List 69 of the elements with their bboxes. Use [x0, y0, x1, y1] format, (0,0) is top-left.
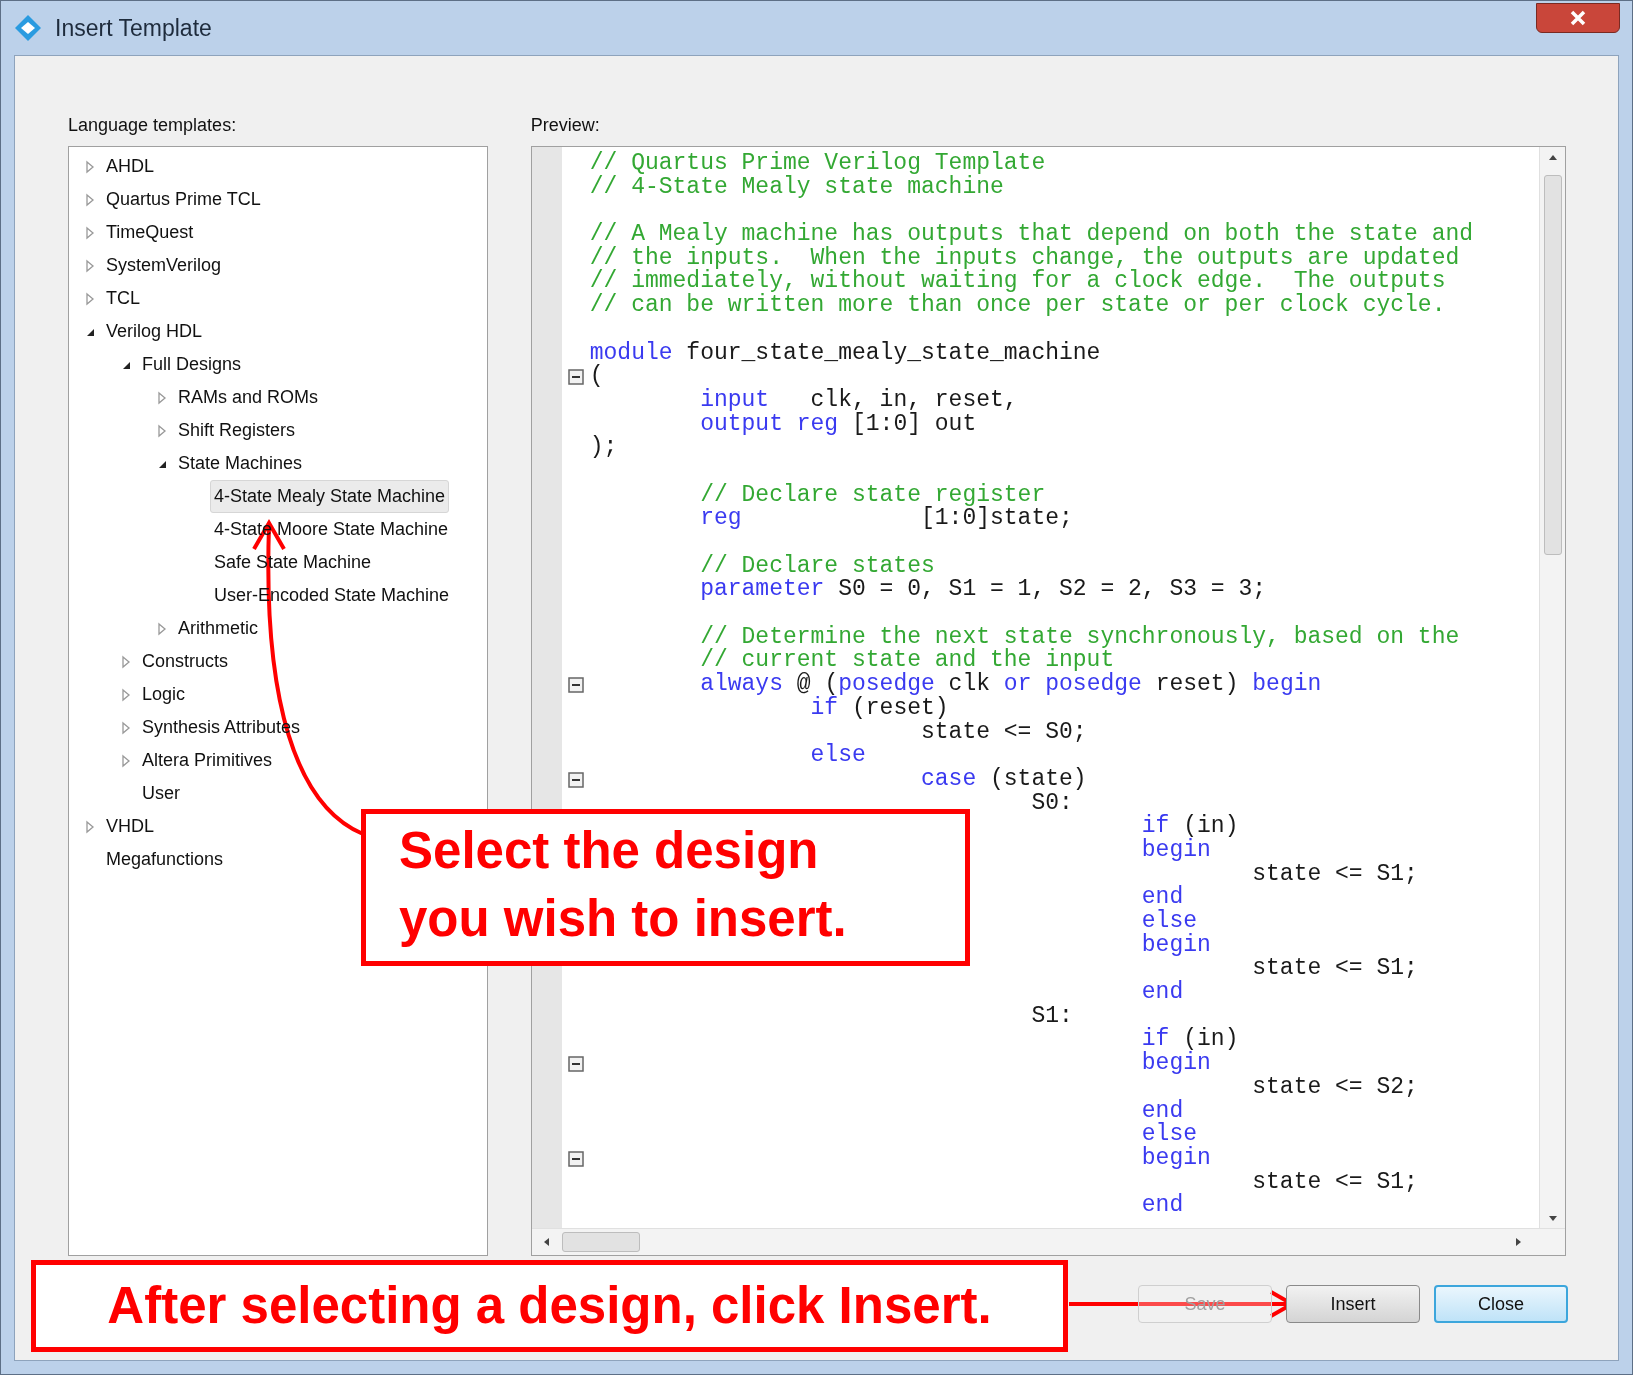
fold-icon[interactable] [567, 771, 584, 788]
dialog-button[interactable]: Close [1434, 1285, 1568, 1323]
code-line: end [1141, 981, 1184, 1005]
code-line: begin [1141, 1146, 1211, 1171]
code-line: // 4-State Mealy state machine [589, 175, 1004, 200]
code-line: always @ (posedge clk or posedge reset) begin [700, 673, 1322, 697]
close-button[interactable] [1536, 3, 1620, 33]
code-line: S0: [1031, 791, 1073, 816]
callout-text: After selecting a design, click Insert. [31, 1260, 1068, 1352]
code-line: else [810, 744, 866, 768]
code-line: end [1141, 1194, 1184, 1218]
code-line: begin [1141, 933, 1211, 958]
code-line: else [1141, 910, 1198, 934]
fold-icon[interactable] [567, 369, 584, 386]
tree-item[interactable]: VHDL [102, 810, 158, 843]
tree-item[interactable]: TCL [102, 282, 144, 315]
tree-item[interactable]: Verilog HDL [102, 315, 207, 348]
vertical-scrollbar[interactable] [1539, 147, 1565, 1228]
fold-icon[interactable] [567, 1055, 584, 1072]
code-line: begin [1141, 1052, 1211, 1076]
tree-item[interactable]: Logic [138, 678, 190, 711]
code-line: reg [1:0]state; [700, 507, 1073, 531]
code-line: parameter S0 = 0, S1 = 1, S2 = 2, S3 = 3; [700, 578, 1267, 603]
preview-label: Preview: [530, 114, 601, 137]
code-line: if (reset) [810, 696, 949, 721]
code-line: if (in) [1141, 815, 1239, 839]
code-line: end [1141, 886, 1184, 910]
code-line: else [1141, 1123, 1198, 1147]
tree-item[interactable]: Shift Registers [174, 414, 300, 447]
code-line: case (state) [921, 767, 1087, 792]
code-line: output reg [1:0] out [700, 412, 977, 437]
app-icon [13, 13, 43, 43]
tree-item[interactable]: Megafunctions [102, 843, 228, 876]
code-line: state <= S0; [921, 720, 1087, 745]
tree-item[interactable]: Arithmetic [174, 612, 262, 645]
code-line: state <= S2; [1252, 1075, 1418, 1100]
code-line: S1: [1031, 1004, 1073, 1029]
code-line: state <= S1; [1252, 862, 1418, 887]
scrollbar-thumb[interactable] [561, 1232, 640, 1252]
tree-item[interactable]: User [138, 777, 184, 810]
horizontal-scrollbar[interactable] [531, 1228, 1565, 1255]
tree-item[interactable]: State Machines [174, 447, 307, 480]
fold-icon[interactable] [567, 1150, 584, 1167]
code-line: state <= S1; [1252, 957, 1418, 982]
fold-icon[interactable] [567, 676, 584, 693]
tree-item[interactable]: TimeQuest [102, 216, 198, 249]
tree-item[interactable]: Quartus Prime TCL [102, 183, 265, 216]
code-line: // Declare states [700, 554, 935, 579]
close-icon [1569, 10, 1587, 26]
code-line: ); [589, 436, 618, 460]
tree-item[interactable]: AHDL [102, 150, 158, 183]
tree-item[interactable]: 4-State Mealy State Machine [210, 480, 450, 513]
code-line: ( [589, 365, 604, 389]
tree-item[interactable]: Altera Primitives [138, 744, 277, 777]
scrollbar-thumb[interactable] [1543, 175, 1562, 555]
code-line: state <= S1; [1252, 1170, 1418, 1195]
tree-item[interactable]: SystemVerilog [102, 249, 226, 282]
tree-item[interactable]: RAMs and ROMs [174, 381, 323, 414]
dialog-button[interactable]: Insert [1286, 1285, 1420, 1323]
tree-item[interactable]: Full Designs [138, 348, 246, 381]
tree-item[interactable]: Constructs [138, 645, 233, 678]
code-line: // can be written more than once per state or per clock cycle. [589, 294, 1446, 318]
window-title: Insert Template [55, 13, 212, 43]
code-line: // Quartus Prime Verilog Template [589, 152, 1046, 176]
callout-text: Select the design you wish to insert. [361, 809, 970, 966]
code-line: // A Mealy machine has outputs that depend on both the state and [589, 223, 1474, 247]
code-line: input clk, in, reset, [700, 388, 1018, 413]
code-line: begin [1141, 838, 1211, 863]
tree-label: Language templates: [68, 114, 238, 137]
